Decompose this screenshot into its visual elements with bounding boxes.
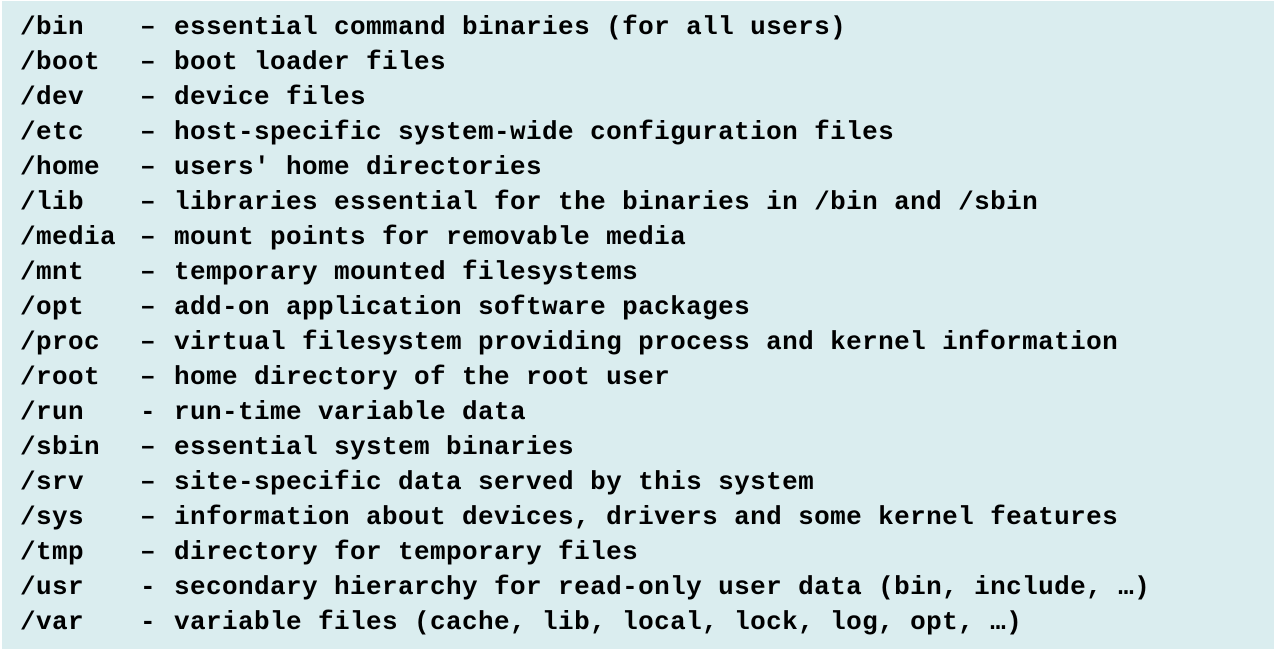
dir-separator: – <box>140 362 157 392</box>
dir-entry: /media – mount points for removable media <box>20 220 1274 255</box>
dir-description: information about devices, drivers and s… <box>174 502 1119 532</box>
dir-separator: – <box>140 327 157 357</box>
dir-entry: /proc – virtual filesystem providing proce… <box>20 325 1274 360</box>
dir-path: /mnt <box>20 257 85 287</box>
dir-separator: – <box>140 467 157 497</box>
dir-separator: – <box>140 537 157 567</box>
dir-separator: – <box>140 432 157 462</box>
dir-separator: - <box>140 607 157 637</box>
dir-path: /run <box>20 397 85 427</box>
dir-description: directory for temporary files <box>174 537 639 567</box>
dir-separator: - <box>140 397 157 427</box>
dir-description: secondary hierarchy for read-only user d… <box>174 572 1151 602</box>
dir-separator: - <box>140 572 157 602</box>
dir-path: /proc <box>20 327 101 357</box>
dir-path: /var <box>20 607 85 637</box>
dir-description: boot loader files <box>174 47 447 77</box>
dir-description: mount points for removable media <box>174 222 687 252</box>
dir-path: /media <box>20 222 117 252</box>
dir-separator: – <box>140 117 157 147</box>
dir-path: /home <box>20 152 101 182</box>
dir-separator: – <box>140 502 157 532</box>
dir-description: variable files (cache, lib, local, lock,… <box>174 607 1023 637</box>
dir-separator: – <box>140 187 157 217</box>
dir-separator: – <box>140 292 157 322</box>
dir-description: host-specific system-wide configuration … <box>174 117 895 147</box>
dir-description: libraries essential for the binaries in … <box>174 187 1039 217</box>
dir-entry: /root – home directory of the root user <box>20 360 1274 395</box>
dir-entry: /tmp – directory for temporary files <box>20 535 1274 570</box>
directory-listing-panel: /bin – essential command binaries (for all… <box>2 1 1274 649</box>
dir-description: essential system binaries <box>174 432 575 462</box>
dir-description: device files <box>174 82 367 112</box>
dir-description: run-time variable data <box>174 397 527 427</box>
dir-description: site-specific data served by this system <box>174 467 815 497</box>
dir-separator: – <box>140 222 157 252</box>
dir-path: /root <box>20 362 101 392</box>
dir-description: temporary mounted filesystems <box>174 257 639 287</box>
dir-path: /boot <box>20 47 101 77</box>
dir-description: essential command binaries (for all user… <box>174 12 847 42</box>
dir-path: /bin <box>20 12 85 42</box>
dir-entry: /boot – boot loader files <box>20 45 1274 80</box>
dir-entry: /sys – information about devices, drivers … <box>20 500 1274 535</box>
dir-separator: – <box>140 257 157 287</box>
dir-entry: /opt – add-on application software package… <box>20 290 1274 325</box>
dir-entry: /etc – host-specific system-wide configura… <box>20 115 1274 150</box>
dir-path: /lib <box>20 187 85 217</box>
dir-entry: /srv – site-specific data served by this s… <box>20 465 1274 500</box>
dir-entry: /home – users' home directories <box>20 150 1274 185</box>
dir-path: /etc <box>20 117 85 147</box>
dir-entry: /run - run-time variable data <box>20 395 1274 430</box>
dir-separator: – <box>140 152 157 182</box>
dir-path: /opt <box>20 292 85 322</box>
dir-entry: /sbin – essential system binaries <box>20 430 1274 465</box>
dir-path: /dev <box>20 82 85 112</box>
dir-description: add-on application software packages <box>174 292 751 322</box>
dir-entry: /var - variable files (cache, lib, local, … <box>20 605 1274 640</box>
dir-path: /sys <box>20 502 85 532</box>
dir-description: users' home directories <box>174 152 543 182</box>
dir-description: home directory of the root user <box>174 362 671 392</box>
dir-entry: /dev – device files <box>20 80 1274 115</box>
dir-separator: – <box>140 82 157 112</box>
dir-entry: /usr - secondary hierarchy for read-only u… <box>20 570 1274 605</box>
dir-path: /sbin <box>20 432 101 462</box>
dir-description: virtual filesystem providing process and… <box>174 327 1119 357</box>
dir-entry: /bin – essential command binaries (for all… <box>20 10 1274 45</box>
dir-separator: – <box>140 12 157 42</box>
dir-path: /usr <box>20 572 85 602</box>
dir-separator: – <box>140 47 157 77</box>
dir-entry: /mnt – temporary mounted filesystems <box>20 255 1274 290</box>
dir-entry: /lib – libraries essential for the binarie… <box>20 185 1274 220</box>
dir-path: /tmp <box>20 537 85 567</box>
dir-path: /srv <box>20 467 85 497</box>
